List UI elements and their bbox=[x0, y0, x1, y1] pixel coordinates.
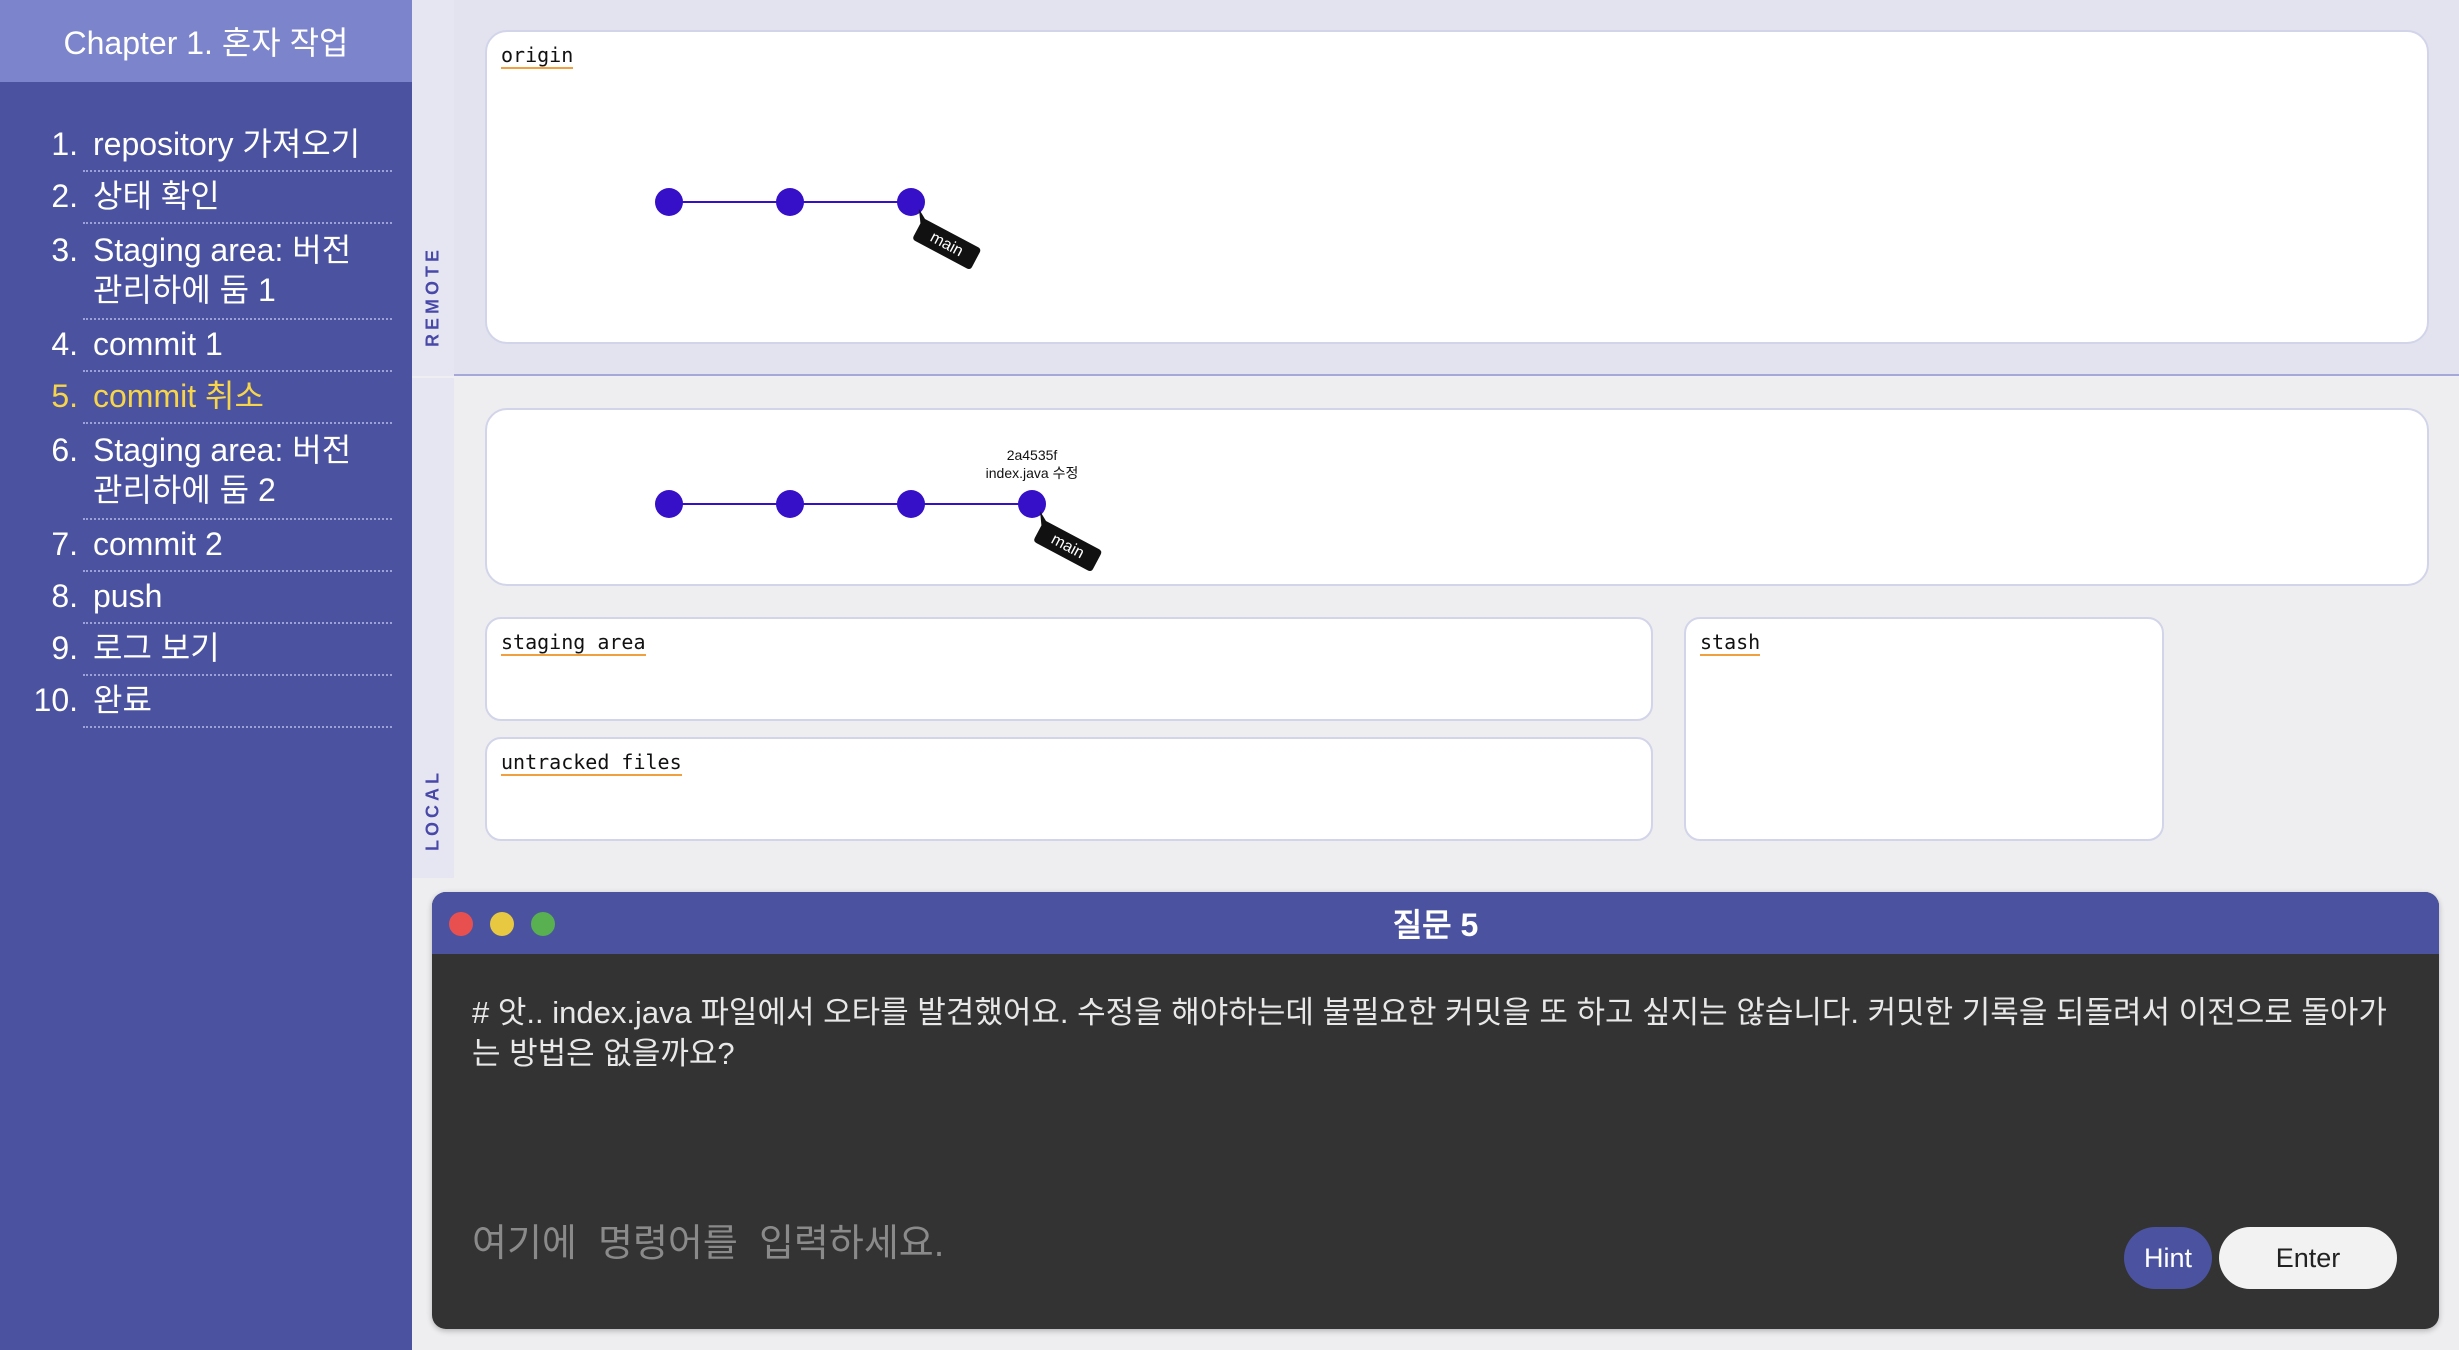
commit-node[interactable] bbox=[655, 188, 683, 216]
commit-node[interactable] bbox=[897, 188, 925, 216]
chapter-item-10[interactable]: 10. 완료 bbox=[34, 676, 392, 728]
remote-commit-graph: main bbox=[655, 188, 981, 269]
commit-hash: 2a4535f bbox=[1007, 447, 1058, 463]
staging-area-title: staging area bbox=[501, 630, 646, 656]
chapter-item-4[interactable]: 4. commit 1 bbox=[51, 320, 392, 372]
chapter-item-9[interactable]: 9. 로그 보기 bbox=[51, 624, 392, 676]
question-window: 질문 5 # 앗.. index.java 파일에서 오타를 발견했어요. 수정… bbox=[432, 892, 2439, 1329]
branch-tag-main: main bbox=[913, 209, 981, 269]
local-commit-graph: 2a4535f index.java 수정 main bbox=[655, 447, 1102, 571]
question-titlebar: 질문 5 bbox=[432, 892, 2439, 954]
untracked-files-panel: untracked files bbox=[485, 737, 1653, 841]
hint-button[interactable]: Hint bbox=[2124, 1227, 2212, 1289]
chapter-item-8[interactable]: 8. push bbox=[51, 572, 392, 624]
remote-label: REMOTE bbox=[422, 245, 443, 347]
question-text: # 앗.. index.java 파일에서 오타를 발견했어요. 수정을 해야하… bbox=[472, 995, 2387, 1071]
stash-title: stash bbox=[1700, 630, 1761, 656]
local-label: LOCAL bbox=[422, 769, 443, 851]
commit-node[interactable] bbox=[655, 490, 683, 518]
staging-area-panel: staging area bbox=[485, 617, 1653, 721]
chapter-list: 1. repository 가져오기 2. 상태 확인 3. Staging area… bbox=[0, 82, 412, 728]
maximize-window-icon[interactable] bbox=[531, 912, 555, 936]
enter-button[interactable]: Enter bbox=[2219, 1227, 2397, 1289]
origin-panel: origin main bbox=[485, 30, 2429, 344]
chapter-item-7[interactable]: 7. commit 2 bbox=[51, 520, 392, 572]
question-title: 질문 5 bbox=[1392, 907, 1479, 943]
commit-message: index.java 수정 bbox=[986, 465, 1079, 481]
minimize-window-icon[interactable] bbox=[490, 912, 514, 936]
stash-panel: stash bbox=[1684, 617, 2164, 841]
commit-node[interactable] bbox=[776, 490, 804, 518]
commit-node[interactable] bbox=[776, 188, 804, 216]
command-input[interactable] bbox=[472, 1214, 1472, 1274]
commit-node[interactable] bbox=[897, 490, 925, 518]
chapter-item-2[interactable]: 2. 상태 확인 bbox=[51, 172, 392, 224]
chapter-item-5[interactable]: 5. commit 취소 bbox=[51, 372, 392, 424]
chapter-title: Chapter 1. 혼자 작업 bbox=[0, 0, 412, 82]
untracked-files-title: untracked files bbox=[501, 750, 682, 776]
chapter-item-6[interactable]: 6. Staging area: 버전 관리하에 둠 2 bbox=[51, 424, 392, 520]
chapter-sidebar: Chapter 1. 혼자 작업 1. repository 가져오기 2. 상태 … bbox=[0, 0, 412, 1350]
chapter-item-3[interactable]: 3. Staging area: 버전 관리하에 둠 1 bbox=[51, 224, 392, 320]
branch-tag-main: main bbox=[1034, 511, 1102, 571]
chapter-item-1[interactable]: 1. repository 가져오기 bbox=[51, 120, 392, 172]
commit-node-head[interactable] bbox=[1018, 490, 1046, 518]
local-graph-panel: 2a4535f index.java 수정 main bbox=[485, 408, 2429, 586]
close-window-icon[interactable] bbox=[449, 912, 473, 936]
